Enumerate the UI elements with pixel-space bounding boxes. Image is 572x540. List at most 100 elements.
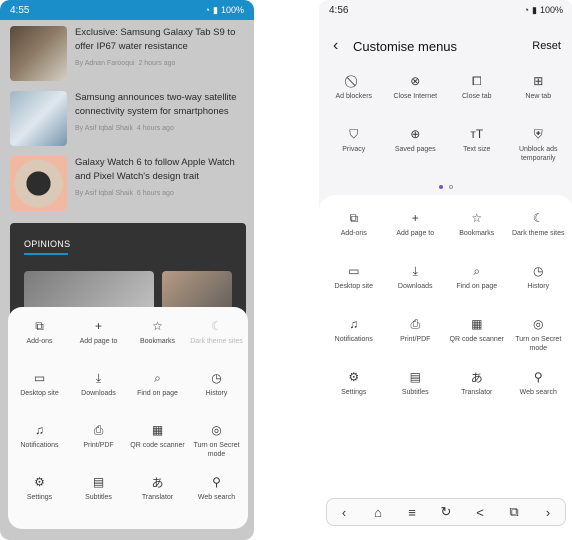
menu-item-turn-on-secret-mode[interactable]: ◎ Turn on Secret mode xyxy=(508,317,570,370)
menu-item-settings[interactable]: ⚙ Settings xyxy=(10,475,69,527)
news-item[interactable]: Galaxy Watch 6 to follow Apple Watch and… xyxy=(0,150,254,215)
menu-item-qr-code-scanner[interactable]: ▦ QR code scanner xyxy=(446,317,508,370)
menu-item-turn-on-secret-mode[interactable]: ◎ Turn on Secret mode xyxy=(187,423,246,475)
browser-screen-left: 4:55 ◔ ▮ 100% Exclusive: Samsung Galaxy … xyxy=(0,0,254,540)
menu-item-web-search[interactable]: ⚲ Web search xyxy=(187,475,246,527)
search-icon: ⚲ xyxy=(533,370,543,384)
menu-item-dark-theme-sites[interactable]: ☾ Dark theme sites xyxy=(508,211,570,264)
menu-item-add-ons[interactable]: ⧉ Add-ons xyxy=(10,319,69,371)
menu-item-find-on-page[interactable]: ⌕ Find on page xyxy=(446,264,508,317)
menu-item-qr-code-scanner[interactable]: ▦ QR code scanner xyxy=(128,423,187,475)
shield-icon: ⛉ xyxy=(349,126,359,141)
menu-item-label: Notifications xyxy=(334,336,373,343)
menu-item-label: Add-ons xyxy=(26,338,53,345)
signal-icon: ▮ xyxy=(213,4,218,15)
menu-item-label: Bookmarks xyxy=(459,230,495,237)
menu-item-settings[interactable]: ⚙ Settings xyxy=(323,370,385,423)
new-tab-icon: ⊞ xyxy=(533,74,544,88)
menu-item-label: Translator xyxy=(141,494,174,501)
bottom-toolbar: ‹ ⌂ ≡ ↻ < ⧉ › xyxy=(326,498,566,526)
menu-item-history[interactable]: ◷ History xyxy=(508,264,570,317)
news-item[interactable]: Samsung announces two-way satellite conn… xyxy=(0,85,254,150)
menu-item-web-search[interactable]: ⚲ Web search xyxy=(508,370,570,423)
subtitles-icon: ▤ xyxy=(92,475,105,489)
menu-item-label: QR code scanner xyxy=(130,442,185,449)
menu-sheet: ⧉ Add-ons + Add page to ☆ Bookmarks ☾ Dark them… xyxy=(8,307,248,529)
search-icon: ⚲ xyxy=(212,475,221,489)
menu-item-translator[interactable]: あ Translator xyxy=(128,475,187,527)
menu-item-dark-theme-sites[interactable]: ☾ Dark theme sites xyxy=(187,319,246,371)
menu-item-label: Ad blockers xyxy=(335,93,373,100)
translate-icon: あ xyxy=(151,475,164,490)
gear-icon: ⚙ xyxy=(348,370,360,384)
translate-icon: あ xyxy=(470,370,483,385)
menu-icon[interactable]: ≡ xyxy=(401,505,423,520)
menu-item-print-pdf[interactable]: ⎙ Print/PDF xyxy=(385,317,447,370)
page-dot-active[interactable] xyxy=(439,185,443,189)
menu-item-downloads[interactable]: ⤓ Downloads xyxy=(385,264,447,317)
menu-item-find-on-page[interactable]: ⌕ Find on page xyxy=(128,371,187,423)
menu-item-subtitles[interactable]: ▤ Subtitles xyxy=(385,370,447,423)
menu-item-label: Print/PDF xyxy=(400,336,431,343)
wifi-icon: ◔ xyxy=(204,5,211,15)
battery-level: 100% xyxy=(539,5,563,15)
wifi-icon: ◔ xyxy=(523,5,530,15)
menu-item-desktop-site[interactable]: ▭ Desktop site xyxy=(10,371,69,423)
tabs-icon[interactable]: ⧉ xyxy=(503,504,525,520)
bell-icon: ♫ xyxy=(35,423,44,437)
refresh-icon[interactable]: ↻ xyxy=(435,504,457,520)
menu-item-add-page-to[interactable]: + Add page to xyxy=(385,211,447,264)
qr-icon: ▦ xyxy=(471,317,483,331)
menu-item-close-tab[interactable]: ⧠ Close tab xyxy=(446,74,508,127)
menu-item-print-pdf[interactable]: ⎙ Print/PDF xyxy=(69,423,128,475)
back-button[interactable]: ‹ xyxy=(333,37,353,55)
menu-item-label: Print/PDF xyxy=(83,442,114,449)
menu-item-history[interactable]: ◷ History xyxy=(187,371,246,423)
page-indicator xyxy=(319,181,572,193)
menu-item-unblock-ads-temporarily[interactable]: ⛨ Unblock ads temporarily xyxy=(508,127,570,180)
menu-item-add-ons[interactable]: ⧉ Add-ons xyxy=(323,211,385,264)
menu-item-bookmarks[interactable]: ☆ Bookmarks xyxy=(446,211,508,264)
menu-item-label: Dark theme sites xyxy=(511,230,565,237)
menu-item-label: Translator xyxy=(461,389,493,396)
menu-item-label: Subtitles xyxy=(401,389,429,396)
menu-item-new-tab[interactable]: ⊞ New tab xyxy=(508,74,570,127)
adblock-icon: ⃠ xyxy=(347,74,361,88)
menu-item-notifications[interactable]: ♫ Notifications xyxy=(10,423,69,475)
menu-item-translator[interactable]: あ Translator xyxy=(446,370,508,423)
menu-panel: ⧉ Add-ons + Add page to ☆ Bookmarks ☾ Dark them… xyxy=(319,195,572,540)
menu-item-label: History xyxy=(527,283,550,290)
menu-item-add-page-to[interactable]: + Add page to xyxy=(69,319,128,371)
secret-mode-icon: ◎ xyxy=(533,317,544,331)
news-item[interactable]: Exclusive: Samsung Galaxy Tab S9 to offe… xyxy=(0,20,254,85)
menu-item-label: Saved pages xyxy=(394,146,436,153)
menu-item-label: Add-ons xyxy=(340,230,367,237)
back-icon[interactable]: ‹ xyxy=(333,505,355,520)
news-title: Samsung announces two-way satellite conn… xyxy=(75,92,237,117)
menu-item-notifications[interactable]: ♫ Notifications xyxy=(323,317,385,370)
menu-item-label: History xyxy=(205,390,228,397)
menu-item-privacy[interactable]: ⛉ Privacy xyxy=(323,127,385,180)
menu-item-subtitles[interactable]: ▤ Subtitles xyxy=(69,475,128,527)
print-icon: ⎙ xyxy=(410,316,421,331)
reset-button[interactable]: Reset xyxy=(532,40,561,52)
menu-item-desktop-site[interactable]: ▭ Desktop site xyxy=(323,264,385,317)
menu-item-label: Web search xyxy=(197,494,236,501)
menu-item-saved-pages[interactable]: ⊕ Saved pages xyxy=(385,127,447,180)
menu-item-ad-blockers[interactable]: ⃠ Ad blockers xyxy=(323,74,385,127)
share-icon[interactable]: < xyxy=(469,505,491,520)
unblock-icon: ⛨ xyxy=(533,126,543,141)
find-icon: ⌕ xyxy=(473,263,481,278)
menu-item-bookmarks[interactable]: ☆ Bookmarks xyxy=(128,319,187,371)
monitor-icon: ▭ xyxy=(33,371,46,385)
menu-item-close-internet[interactable]: ⊗ Close Internet xyxy=(385,74,447,127)
menu-item-label: Downloads xyxy=(397,283,433,290)
forward-icon[interactable]: › xyxy=(537,505,559,520)
menu-item-downloads[interactable]: ⤓ Downloads xyxy=(69,371,128,423)
menu-item-text-size[interactable]: ᴛT Text size xyxy=(446,127,508,180)
text-size-icon: ᴛT xyxy=(470,127,484,141)
page-dot[interactable] xyxy=(449,185,453,189)
news-list: Exclusive: Samsung Galaxy Tab S9 to offe… xyxy=(0,20,254,215)
news-title: Exclusive: Samsung Galaxy Tab S9 to offe… xyxy=(75,27,236,52)
home-icon[interactable]: ⌂ xyxy=(367,505,389,520)
